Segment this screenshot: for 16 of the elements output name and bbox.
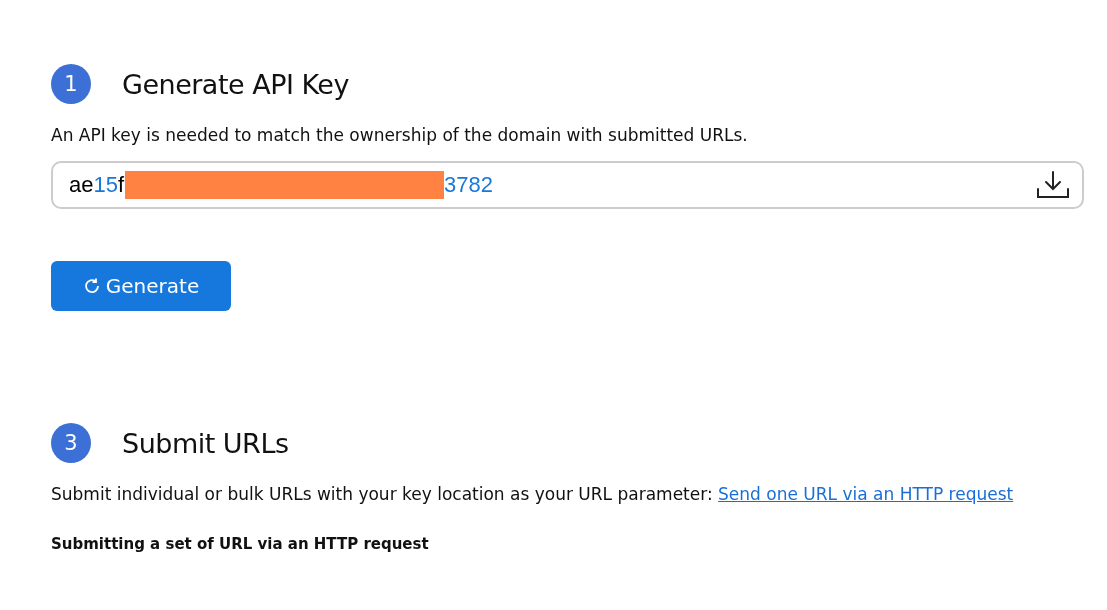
refresh-icon [82,277,101,295]
description: An API key is needed to match the ownership of the domain with submitted URLs. [51,124,749,147]
download-icon[interactable] [1036,170,1070,200]
api-key-field[interactable]: ae15f 3782 [51,161,1084,209]
step-number: 1 [51,64,91,104]
subheading: Submitting a set of URL via an HTTP request [51,535,430,553]
http-request-link[interactable]: Send one URL via an HTTP request [718,484,1014,504]
generate-button[interactable]: Generate [51,261,231,311]
section-title: Submit URLs [122,427,289,459]
key-text: ae [69,172,94,198]
key-text: f [117,172,125,198]
key-text: 15 [93,172,118,198]
description: Submit individual or bulk URLs with your key location as your URL parameter: Send one URL via an HTTP request [51,483,1015,506]
step-number: 3 [51,423,91,463]
section-title: Generate API Key [122,68,349,100]
key-text: 3782 [444,172,494,198]
